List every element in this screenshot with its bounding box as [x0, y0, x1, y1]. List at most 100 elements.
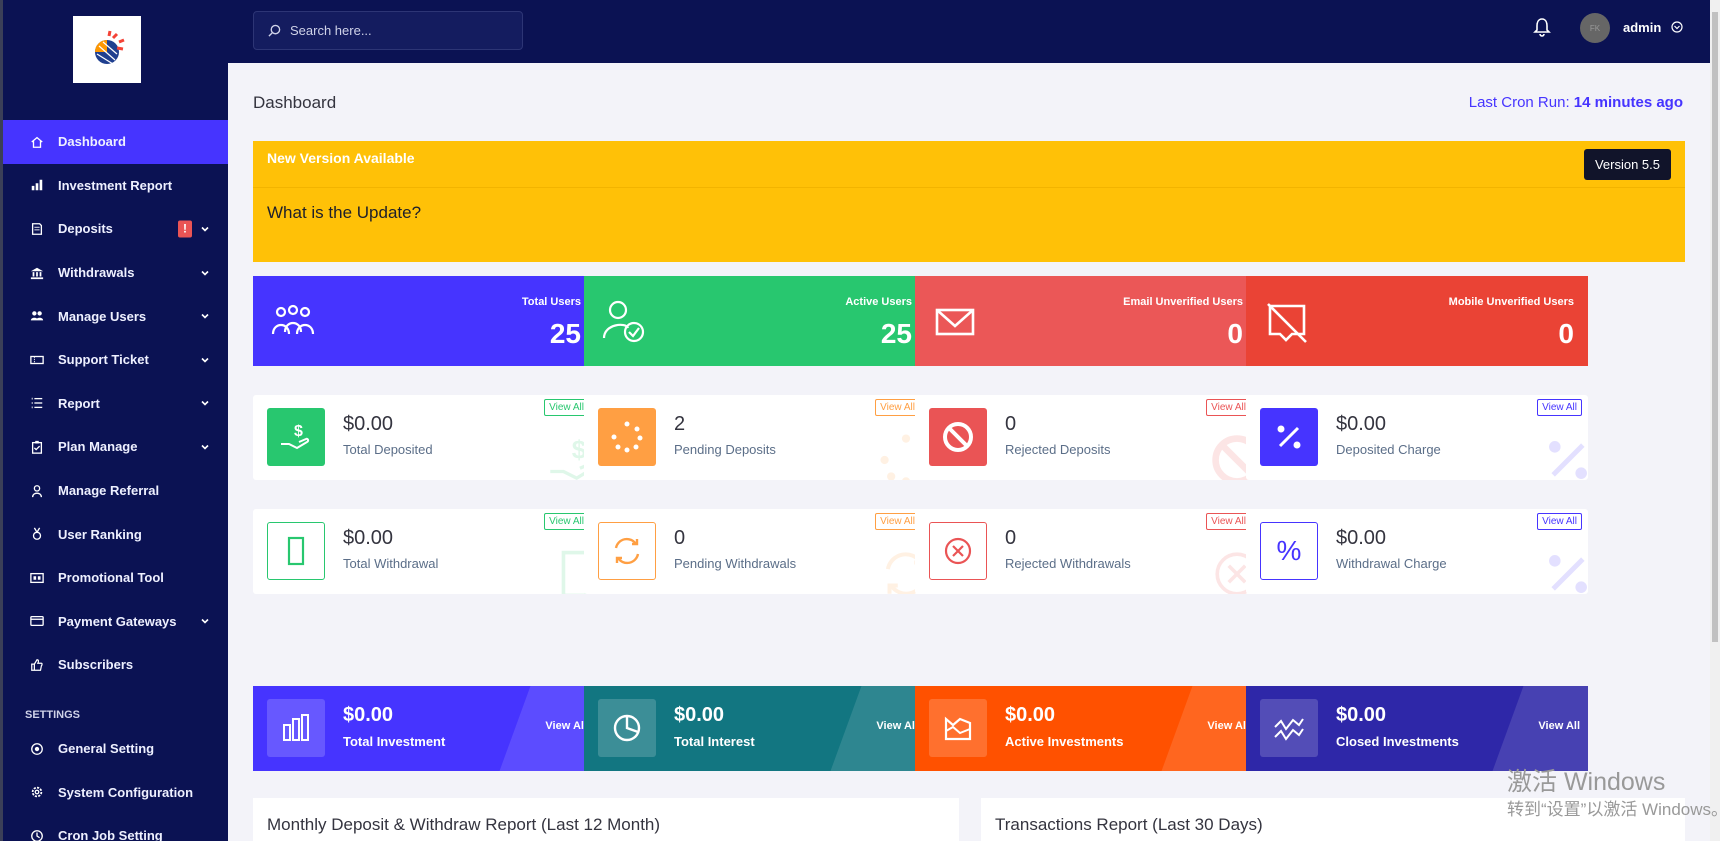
widget-value: 0 — [674, 527, 686, 549]
view-all-button[interactable]: View All — [1206, 513, 1251, 530]
sidebar-item-label: Manage Referral — [58, 483, 160, 499]
sidebar-item-label: User Ranking — [58, 526, 142, 542]
topbar: Search here... FK admin — [228, 0, 1710, 63]
view-all-button[interactable]: View All — [1538, 720, 1580, 732]
chevron-down-circle-icon[interactable] — [1671, 21, 1683, 33]
stat-card-email-unverified-users[interactable]: Email Unverified Users 0 — [915, 276, 1257, 366]
widget-value: 0 — [1005, 527, 1017, 549]
logo-icon — [95, 30, 125, 65]
windows-watermark: 激活 Windows — [1507, 768, 1666, 796]
sidebar-item-support-ticket[interactable]: Support Ticket — [3, 338, 228, 382]
sidebar-item-manage-referral[interactable]: Manage Referral — [3, 469, 228, 513]
sidebar-item-label: Support Ticket — [58, 352, 149, 368]
sidebar-item-label: Investment Report — [58, 177, 173, 193]
settings-heading: SETTINGS — [25, 708, 81, 721]
avatar[interactable]: FK — [1580, 13, 1610, 43]
view-all-button[interactable]: View All — [875, 399, 920, 416]
sidebar-item-payment-gateways[interactable]: Payment Gateways — [3, 600, 228, 644]
view-all-button[interactable]: View All — [1207, 720, 1249, 732]
widget-value: $0.00 — [1336, 413, 1387, 435]
view-all-button[interactable]: View All — [1537, 513, 1582, 530]
stat-card-active-users[interactable]: Active Users 25 — [584, 276, 926, 366]
investment-value: $0.00 — [1005, 704, 1056, 726]
sidebar-item-investment-report[interactable]: Investment Report — [3, 164, 228, 208]
username[interactable]: admin — [1623, 20, 1661, 35]
widget-value: 2 — [674, 413, 686, 435]
chevron-down-icon — [201, 357, 209, 363]
sidebar-item-user-ranking[interactable]: User Ranking — [3, 512, 228, 556]
chevron-down-icon — [201, 619, 209, 624]
view-all-button[interactable]: View All — [875, 513, 920, 530]
monthly-report-panel: Monthly Deposit & Withdraw Report (Last … — [253, 798, 959, 841]
widget-label: Pending Withdrawals — [674, 556, 797, 571]
scrollbar-thumb[interactable] — [1712, 12, 1718, 642]
stat-card-total-users[interactable]: Total Users 25 — [253, 276, 595, 366]
sidebar-item-cron-job-setting[interactable]: Cron Job Setting — [3, 814, 228, 841]
search-placeholder: Search here... — [290, 23, 372, 38]
stat-label: Active Users — [845, 296, 912, 308]
widget-label: Total Withdrawal — [343, 556, 439, 571]
view-all-button[interactable]: View All — [876, 720, 918, 732]
sidebar-item-withdrawals[interactable]: Withdrawals — [3, 251, 228, 295]
view-all-button[interactable]: View All — [544, 513, 589, 530]
sidebar-item-subscribers[interactable]: Subscribers — [3, 643, 228, 687]
card-icon — [29, 613, 45, 629]
spinner-icon — [598, 408, 656, 466]
app-root: Dashboard Investment Report Deposits! Withd… — [0, 0, 1720, 841]
sidebar-item-label: System Configuration — [58, 784, 194, 800]
divider — [253, 187, 1685, 188]
widget-value: $0.00 — [343, 413, 394, 435]
view-all-button[interactable]: View All — [544, 399, 589, 416]
clock-icon — [29, 828, 45, 841]
widget-rejected-withdrawals: 0 Rejected Withdrawals View All — [915, 509, 1257, 594]
sidebar-item-label: Dashboard — [58, 134, 126, 150]
search-icon — [268, 24, 281, 37]
wallet-icon — [267, 522, 325, 580]
sidebar-item-system-configuration[interactable]: System Configuration — [3, 770, 228, 814]
chevron-down-icon — [201, 401, 209, 406]
percent-icon: % — [1260, 522, 1318, 580]
sidebar-item-general-setting[interactable]: General Setting — [3, 727, 228, 771]
sidebar-item-promotional-tool[interactable]: Promotional Tool — [3, 556, 228, 600]
view-all-button[interactable]: View All — [1206, 399, 1251, 416]
area-chart-icon — [929, 699, 987, 757]
sidebar-item-label: Manage Users — [58, 308, 147, 324]
ticket-icon — [29, 352, 45, 368]
logo[interactable] — [73, 16, 141, 83]
view-all-button[interactable]: View All — [545, 720, 587, 732]
investment-value: $0.00 — [1336, 704, 1387, 726]
search-input[interactable]: Search here... — [253, 11, 523, 50]
sidebar-item-plan-manage[interactable]: Plan Manage — [3, 425, 228, 469]
investment-label: Closed Investments — [1336, 734, 1459, 749]
mobile-off-icon — [1267, 303, 1307, 343]
stat-label: Total Users — [521, 296, 581, 308]
pie-chart-icon — [598, 699, 656, 757]
sidebar-item-deposits[interactable]: Deposits! — [3, 207, 228, 251]
stat-card-mobile-unverified-users[interactable]: Mobile Unverified Users 0 — [1246, 276, 1588, 366]
update-question[interactable]: What is the Update? — [267, 203, 421, 223]
users-group-icon — [271, 304, 315, 335]
cron-value: 14 minutes ago — [1573, 94, 1683, 111]
widget-withdrawal-charge: % $0.00 Withdrawal Charge View All — [1246, 509, 1588, 594]
update-banner: New Version Available What is the Update… — [253, 141, 1685, 262]
windows-watermark-sub: 转到“设置”以激活 Windows。 — [1507, 800, 1720, 819]
bell-icon[interactable] — [1532, 16, 1552, 38]
widget-label: Withdrawal Charge — [1336, 556, 1447, 571]
sidebar-item-dashboard[interactable]: Dashboard — [3, 120, 228, 164]
gear-icon — [29, 784, 45, 800]
sidebar-item-report[interactable]: Report — [3, 382, 228, 426]
page-scrollbar[interactable] — [1710, 0, 1720, 841]
sidebar-item-label: Subscribers — [58, 657, 134, 673]
sidebar-item-manage-users[interactable]: Manage Users — [3, 294, 228, 338]
widget-label: Rejected Deposits — [1005, 442, 1111, 457]
stat-value: 25 — [549, 318, 581, 349]
sidebar-nav: Dashboard Investment Report Deposits! Withd… — [3, 120, 228, 841]
update-title: New Version Available — [267, 150, 415, 166]
bank-icon — [29, 265, 45, 281]
stat-label: Email Unverified Users — [1123, 296, 1243, 308]
widget-value: 0 — [1005, 413, 1017, 435]
hand-dollar-icon: $ — [267, 408, 325, 466]
view-all-button[interactable]: View All — [1537, 399, 1582, 416]
chevron-down-icon — [201, 270, 209, 276]
sidebar-item-label: Promotional Tool — [58, 570, 164, 586]
